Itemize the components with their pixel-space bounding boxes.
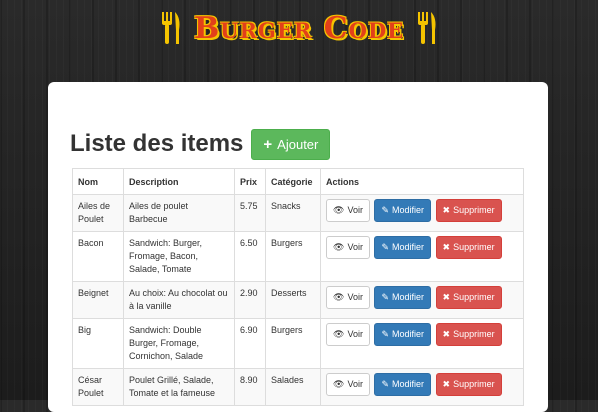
view-button[interactable]: 👁 Voir bbox=[326, 199, 370, 222]
cell-nom: Beignet bbox=[72, 281, 124, 319]
delete-label: Supprimer bbox=[453, 292, 495, 302]
remove-icon: ✖ bbox=[442, 379, 451, 389]
table-row: Bacon Sandwich: Burger, Fromage, Bacon, … bbox=[72, 231, 524, 282]
header-prix: Prix bbox=[234, 168, 266, 195]
header-nom: Nom bbox=[72, 168, 124, 195]
cell-categorie: Desserts bbox=[265, 281, 321, 319]
delete-label: Supprimer bbox=[453, 205, 495, 215]
eye-icon: 👁 bbox=[333, 205, 345, 215]
cutlery-icon bbox=[418, 12, 436, 44]
table-row: Ailes de Poulet Ailes de poulet Barbecue… bbox=[72, 194, 524, 232]
cell-actions: 👁 Voir ✎ Modifier ✖ Supprimer bbox=[320, 231, 524, 282]
table-header-row: Nom Description Prix Catégorie Actions bbox=[72, 168, 524, 195]
edit-label: Modifier bbox=[392, 242, 425, 252]
view-button[interactable]: 👁 Voir bbox=[326, 323, 370, 346]
cell-description: Sandwich: Double Burger, Fromage, Cornic… bbox=[123, 318, 235, 369]
cell-prix: 2.90 bbox=[234, 281, 266, 319]
page-title: Liste des items bbox=[70, 130, 244, 157]
plus-icon: + bbox=[263, 135, 273, 153]
view-label: Voir bbox=[347, 292, 363, 302]
cell-actions: 👁 Voir ✎ Modifier ✖ Supprimer bbox=[320, 318, 524, 369]
cell-actions: 👁 Voir ✎ Modifier ✖ Supprimer bbox=[320, 281, 524, 319]
edit-label: Modifier bbox=[392, 205, 425, 215]
pencil-icon: ✎ bbox=[381, 329, 390, 339]
cell-nom: Big bbox=[72, 318, 124, 369]
delete-label: Supprimer bbox=[453, 242, 495, 252]
view-button[interactable]: 👁 Voir bbox=[326, 236, 370, 259]
edit-label: Modifier bbox=[392, 292, 425, 302]
delete-button[interactable]: ✖ Supprimer bbox=[435, 373, 502, 396]
cell-categorie: Burgers bbox=[265, 231, 321, 282]
delete-label: Supprimer bbox=[453, 329, 495, 339]
cell-categorie: Burgers bbox=[265, 318, 321, 369]
edit-button[interactable]: ✎ Modifier bbox=[374, 323, 432, 346]
edit-button[interactable]: ✎ Modifier bbox=[374, 373, 432, 396]
remove-icon: ✖ bbox=[442, 242, 451, 252]
edit-label: Modifier bbox=[392, 379, 425, 389]
cell-description: Sandwich: Burger, Fromage, Bacon, Salade… bbox=[123, 231, 235, 282]
cell-nom: Bacon bbox=[72, 231, 124, 282]
cell-actions: 👁 Voir ✎ Modifier ✖ Supprimer bbox=[320, 194, 524, 232]
cell-categorie: Snacks bbox=[265, 194, 321, 232]
delete-button[interactable]: ✖ Supprimer bbox=[435, 199, 502, 222]
edit-button[interactable]: ✎ Modifier bbox=[374, 199, 432, 222]
eye-icon: 👁 bbox=[333, 292, 345, 302]
remove-icon: ✖ bbox=[442, 205, 451, 215]
remove-icon: ✖ bbox=[442, 329, 451, 339]
view-label: Voir bbox=[347, 242, 363, 252]
view-label: Voir bbox=[347, 205, 363, 215]
header-categorie: Catégorie bbox=[265, 168, 321, 195]
header-description: Description bbox=[123, 168, 235, 195]
edit-button[interactable]: ✎ Modifier bbox=[374, 236, 432, 259]
heading-row: Liste des items + Ajouter bbox=[70, 128, 331, 160]
pencil-icon: ✎ bbox=[381, 292, 390, 302]
content-panel: Liste des items + Ajouter Nom Descriptio… bbox=[48, 82, 548, 412]
cell-prix: 6.90 bbox=[234, 318, 266, 369]
cutlery-icon bbox=[161, 12, 180, 44]
pencil-icon: ✎ bbox=[381, 205, 390, 215]
add-button-label: Ajouter bbox=[277, 136, 319, 152]
header-actions: Actions bbox=[320, 168, 524, 195]
cell-description: Ailes de poulet Barbecue bbox=[123, 194, 235, 232]
eye-icon: 👁 bbox=[333, 242, 345, 252]
cell-description: Au choix: Au chocolat ou à la vanille bbox=[123, 281, 235, 319]
items-table: Nom Description Prix Catégorie Actions A… bbox=[72, 168, 524, 406]
view-label: Voir bbox=[347, 329, 363, 339]
view-label: Voir bbox=[347, 379, 363, 389]
remove-icon: ✖ bbox=[442, 292, 451, 302]
eye-icon: 👁 bbox=[333, 379, 345, 389]
view-button[interactable]: 👁 Voir bbox=[326, 373, 370, 396]
pencil-icon: ✎ bbox=[381, 379, 390, 389]
cell-nom: Ailes de Poulet bbox=[72, 194, 124, 232]
table-row: Big Sandwich: Double Burger, Fromage, Co… bbox=[72, 318, 524, 369]
delete-button[interactable]: ✖ Supprimer bbox=[435, 286, 502, 309]
view-button[interactable]: 👁 Voir bbox=[326, 286, 370, 309]
delete-label: Supprimer bbox=[453, 379, 495, 389]
delete-button[interactable]: ✖ Supprimer bbox=[435, 236, 502, 259]
edit-label: Modifier bbox=[392, 329, 425, 339]
add-button[interactable]: + Ajouter bbox=[251, 128, 331, 160]
table-row: Beignet Au choix: Au chocolat ou à la va… bbox=[72, 281, 524, 319]
edit-button[interactable]: ✎ Modifier bbox=[374, 286, 432, 309]
pencil-icon: ✎ bbox=[381, 242, 390, 252]
brand-name: Burger Code bbox=[193, 10, 405, 46]
cell-prix: 5.75 bbox=[234, 194, 266, 232]
delete-button[interactable]: ✖ Supprimer bbox=[435, 323, 502, 346]
brand-header: Burger Code bbox=[0, 6, 598, 50]
cell-prix: 6.50 bbox=[234, 231, 266, 282]
eye-icon: 👁 bbox=[333, 329, 345, 339]
